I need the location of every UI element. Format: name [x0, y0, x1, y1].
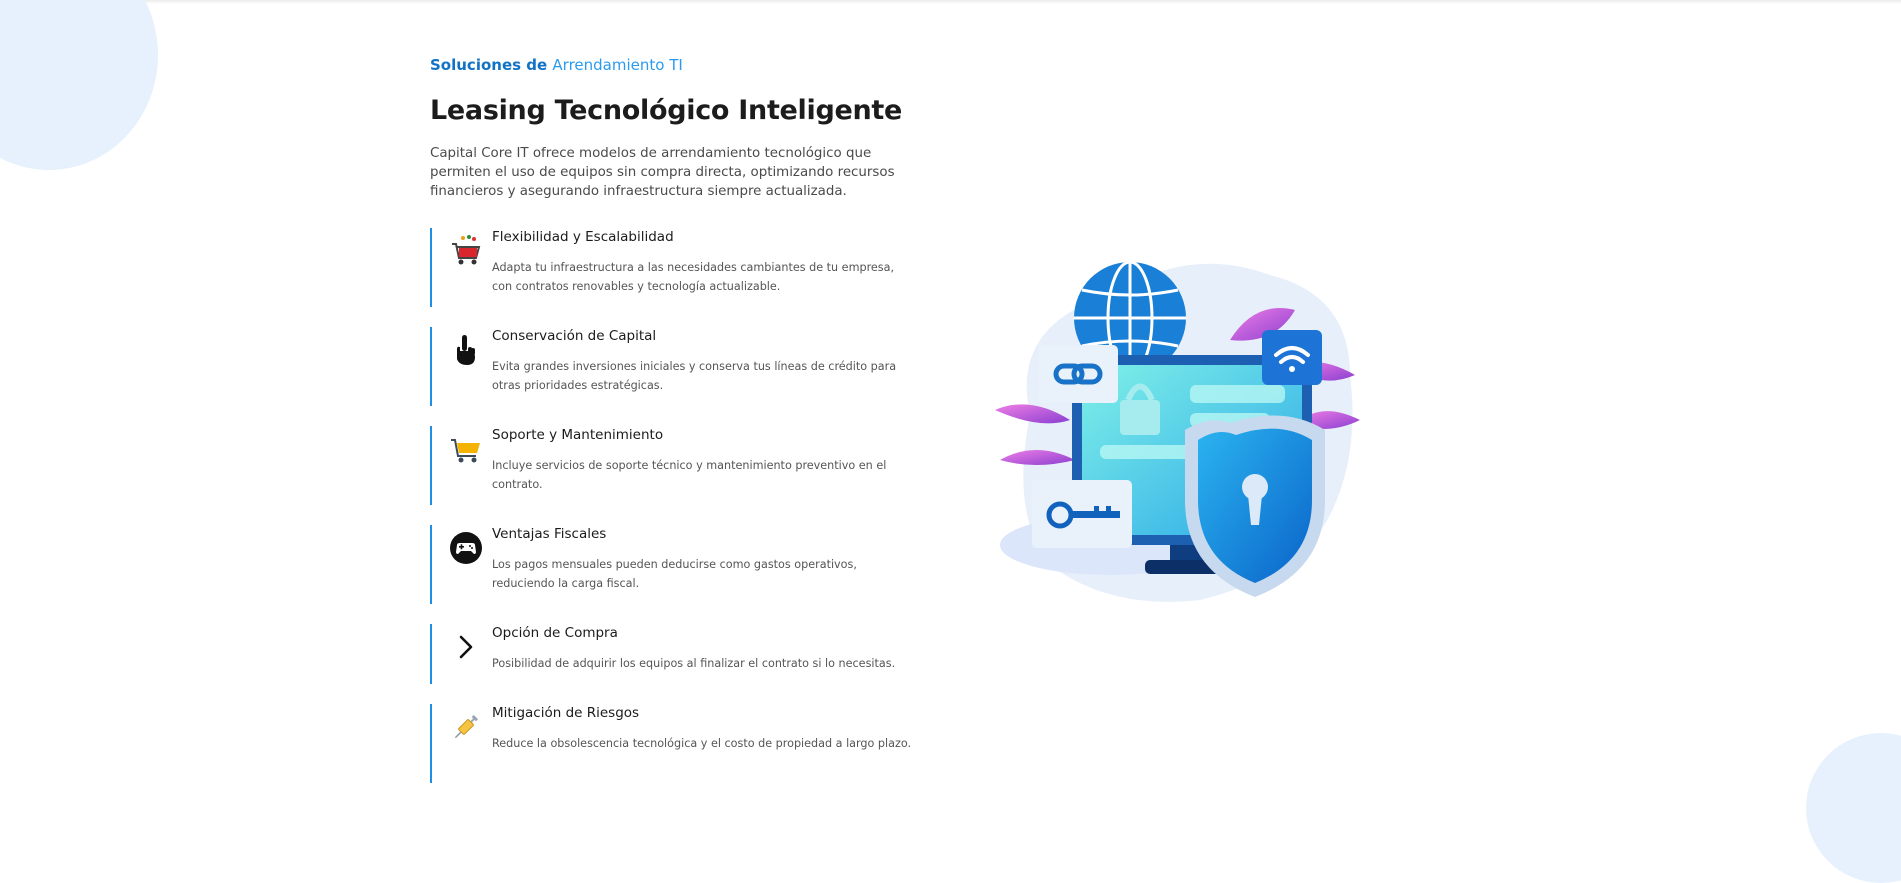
shopping-cart-yellow-icon [449, 432, 483, 466]
feature-item-mitigacion: Mitigación de Riesgos Reduce la obsolesc… [430, 704, 912, 783]
section-title: Leasing Tecnológico Inteligente [430, 95, 903, 126]
feature-item-fiscales: Ventajas Fiscales Los pagos mensuales pu… [430, 525, 912, 604]
chevron-right-icon [449, 630, 483, 664]
eyebrow-accent: Arrendamiento TI [552, 56, 683, 74]
pointing-hand-icon [449, 333, 483, 367]
top-shadow [0, 0, 1901, 4]
feature-item-flexibilidad: Flexibilidad y Escalabilidad Adapta tu i… [430, 228, 912, 307]
feature-description: Los pagos mensuales pueden deducirse com… [492, 558, 857, 590]
feature-title: Opción de Compra [492, 625, 618, 641]
feature-title: Conservación de Capital [492, 328, 657, 344]
feature-description: Posibilidad de adquirir los equipos al f… [492, 657, 896, 670]
feature-title: Soporte y Mantenimiento [492, 427, 664, 443]
feature-item-opcion-compra: Opción de Compra Posibilidad de adquirir… [430, 624, 912, 684]
feature-item-soporte: Soporte y Mantenimiento Incluye servicio… [430, 426, 912, 505]
leasing-intro: Soluciones de Arrendamiento TI Leasing T… [430, 56, 910, 201]
feature-title: Ventajas Fiscales [492, 526, 607, 542]
feature-title: Flexibilidad y Escalabilidad [492, 229, 674, 245]
feature-title: Mitigación de Riesgos [492, 705, 640, 721]
shopping-cart-red-icon [449, 234, 483, 268]
decorative-blob-top-left [0, 0, 158, 170]
eyebrow-prefix: Soluciones de [430, 56, 548, 74]
decorative-blob-bottom-right [1806, 733, 1901, 883]
cybersecurity-illustration [990, 255, 1400, 615]
feature-description: Adapta tu infraestructura a las necesida… [492, 261, 895, 293]
feature-description: Reduce la obsolescencia tecnológica y el… [492, 737, 912, 750]
section-description: Capital Core IT ofrece modelos de arrend… [430, 146, 895, 199]
section-eyebrow: Soluciones de Arrendamiento TI [430, 56, 910, 78]
feature-description: Evita grandes inversiones iniciales y co… [492, 360, 897, 392]
feature-item-conservacion: Conservación de Capital Evita grandes in… [430, 327, 912, 406]
syringe-icon [449, 710, 483, 744]
feature-description: Incluye servicios de soporte técnico y m… [492, 459, 887, 491]
gamepad-icon [449, 531, 483, 565]
